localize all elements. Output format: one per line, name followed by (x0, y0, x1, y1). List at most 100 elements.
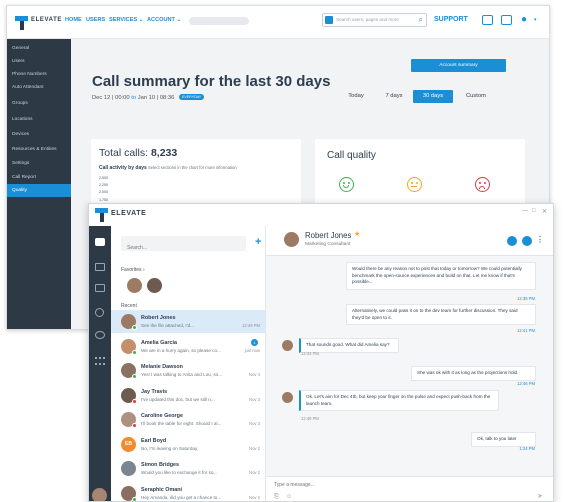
rail-voicemail-icon[interactable] (95, 331, 105, 339)
minimize-icon[interactable]: — (522, 208, 528, 214)
incoming-message[interactable]: Ok. Let's aim for Dec 4th, but keep your… (299, 390, 499, 412)
unread-badge: 1 (251, 338, 258, 346)
contact-row[interactable]: EB Earl Boyd No, I'm leaving on Saturday. N… (111, 433, 266, 456)
maximize-icon[interactable]: □ (532, 208, 536, 214)
sidebar-item-auto-attendant[interactable]: Auto Attendant (7, 81, 71, 94)
admin-top-bar: ELEVATE HOME USERS SERVICES ⌄ ACCOUNT ⌄ … (7, 6, 549, 39)
rail-chat-icon[interactable] (95, 238, 105, 246)
send-icon[interactable]: ➤ (537, 492, 543, 500)
sidebar-item-call-report[interactable]: Call Report (7, 171, 71, 184)
date-range[interactable]: Dec 12 | 00:00 to Jan 10 | 08:36 EVERYDA… (92, 94, 205, 101)
more-options-icon[interactable]: ⋮ (536, 235, 544, 244)
outgoing-message[interactable]: Ok, talk to you later (471, 432, 536, 447)
call-quality-title: Call quality (327, 150, 376, 161)
sidebar-item-locations[interactable]: Locations (7, 113, 71, 126)
chevron-down-icon[interactable]: ▾ (534, 17, 537, 23)
favorite-avatar[interactable] (127, 278, 142, 293)
message-input[interactable] (266, 477, 506, 492)
sidebar-item-users[interactable]: Users (7, 55, 71, 68)
total-calls: Total calls: 8,233 (99, 147, 177, 159)
contact-avatar: EB (121, 436, 136, 452)
sidebar-item-groups[interactable]: Groups (7, 97, 71, 110)
contact-preview: Yes! I was talking to Anita and Lou, so.… (141, 372, 223, 377)
contact-preview: I've updated this doc, but we still n... (141, 396, 215, 402)
user-menu-icon[interactable]: ● (521, 14, 527, 25)
attachment-icon[interactable]: ⎘ (274, 494, 279, 501)
contact-search[interactable] (121, 236, 246, 256)
outgoing-message[interactable]: Would there be any reason not to post th… (346, 262, 536, 290)
tab-custom[interactable]: Custom (457, 90, 495, 103)
presence-dot (132, 374, 137, 379)
nav-services[interactable]: SERVICES ⌄ (109, 17, 143, 23)
support-link[interactable]: SUPPORT (434, 16, 468, 23)
rail-calls-icon[interactable] (95, 263, 105, 271)
my-avatar[interactable] (92, 488, 107, 501)
activity-chart-hint: Select sections in the chart for more in… (148, 165, 237, 170)
sidebar-item-settings[interactable]: Settings (7, 157, 71, 170)
phone-call-icon[interactable] (522, 236, 532, 246)
contact-name: Seraphic Omani (141, 486, 183, 493)
contact-search-input[interactable] (121, 240, 246, 256)
contact-row[interactable]: Simon Bridges Would you like to exchange … (111, 457, 266, 480)
tab-today[interactable]: Today (340, 90, 372, 103)
nav-home[interactable]: HOME (65, 17, 82, 23)
contact-time: 12:49 PM (242, 323, 260, 328)
contact-name: Amelia Garcia (141, 339, 177, 346)
activity-chart-title: Call activity by days (99, 165, 147, 171)
message-time: 12:35 PM (517, 296, 535, 301)
notifications-icon[interactable] (482, 15, 493, 25)
sender-avatar (282, 392, 293, 403)
admin-search-box[interactable]: Search users, pages and more ⌕ (322, 13, 427, 27)
favorite-star-icon[interactable]: ★ (354, 230, 360, 238)
sidebar-item-quality[interactable]: Quality (7, 184, 71, 197)
sidebar-item-phone-numbers[interactable]: Phone Numbers (7, 68, 71, 81)
contact-time: Nov 4 (249, 372, 260, 377)
tab-30-days[interactable]: 30 days (413, 90, 453, 103)
nav-account[interactable]: ACCOUNT ⌄ (147, 17, 181, 23)
new-chat-button[interactable]: + (255, 235, 261, 250)
rail-apps-icon[interactable] (95, 357, 105, 365)
y-tick-label: 1,750 (99, 197, 108, 202)
date-from: Dec 12 | 00:00 (92, 95, 130, 101)
tab-7-days[interactable]: 7 days (378, 90, 410, 103)
total-calls-label: Total calls: (99, 147, 149, 159)
outgoing-message[interactable]: Alternatively, we could pass it on to th… (346, 304, 536, 326)
sidebar-item-general[interactable]: General (7, 42, 71, 55)
message-time: 12:49 PM (301, 416, 319, 421)
good-quality-face-icon (339, 177, 354, 192)
search-icon[interactable]: ⌕ (419, 15, 423, 25)
contact-row[interactable]: Amelia Garcia We are in a hurry again, so… (111, 335, 266, 358)
contacts-panel: + Favorites › Recent Robert Jones See the… (111, 226, 266, 501)
rail-history-icon[interactable] (95, 308, 104, 317)
sidebar-item-resources[interactable]: Resources & Entities (7, 143, 71, 156)
account-summary-button[interactable]: Account summary (411, 59, 506, 72)
contact-name: Simon Bridges (141, 462, 180, 468)
screenshot-stage: ELEVATE HOME USERS SERVICES ⌄ ACCOUNT ⌄ … (0, 0, 564, 502)
favorite-avatar[interactable] (147, 278, 162, 293)
rail-contacts-icon[interactable] (95, 284, 105, 292)
outgoing-message[interactable]: She was ok with it as long as the projec… (411, 366, 536, 381)
sidebar-item-devices[interactable]: Devices (7, 128, 71, 141)
contact-row[interactable]: Jay Travis I've updated this doc, but we … (111, 384, 266, 407)
message-time: 1:24 PM (519, 446, 535, 451)
page-title: Call summary for the last 30 days (92, 73, 331, 90)
video-call-icon[interactable] (507, 236, 517, 246)
y-tick-label: 2,250 (99, 183, 108, 188)
contact-row[interactable]: Melanie Dawson Yes! I was talking to Anit… (111, 359, 266, 382)
contact-row[interactable]: Caroline George I'll book the table for e… (111, 408, 266, 431)
contact-row[interactable]: Robert Jones See the file attached, I'd..… (111, 310, 266, 333)
message-time: 12:41 PM (517, 328, 535, 333)
elevate-logo-icon (15, 16, 28, 30)
y-tick-label: 2,000 (99, 190, 108, 195)
contact-time: Nov 3 (249, 396, 260, 402)
favorites-label[interactable]: Favorites › (121, 267, 145, 273)
contact-row[interactable]: Seraphic Omani Hey Amanda, did you get a … (111, 482, 266, 501)
chat-logo-text: ELEVATE (111, 210, 147, 217)
emoji-icon[interactable]: ☺ (286, 494, 292, 500)
nav-users[interactable]: USERS (86, 17, 105, 23)
contact-time: Nov 2 (249, 470, 260, 475)
contact-avatar[interactable] (284, 232, 299, 247)
contact-preview: No, I'm leaving on Saturday. (141, 445, 199, 451)
close-icon[interactable]: ✕ (542, 208, 547, 215)
apps-grid-icon[interactable] (501, 15, 512, 25)
